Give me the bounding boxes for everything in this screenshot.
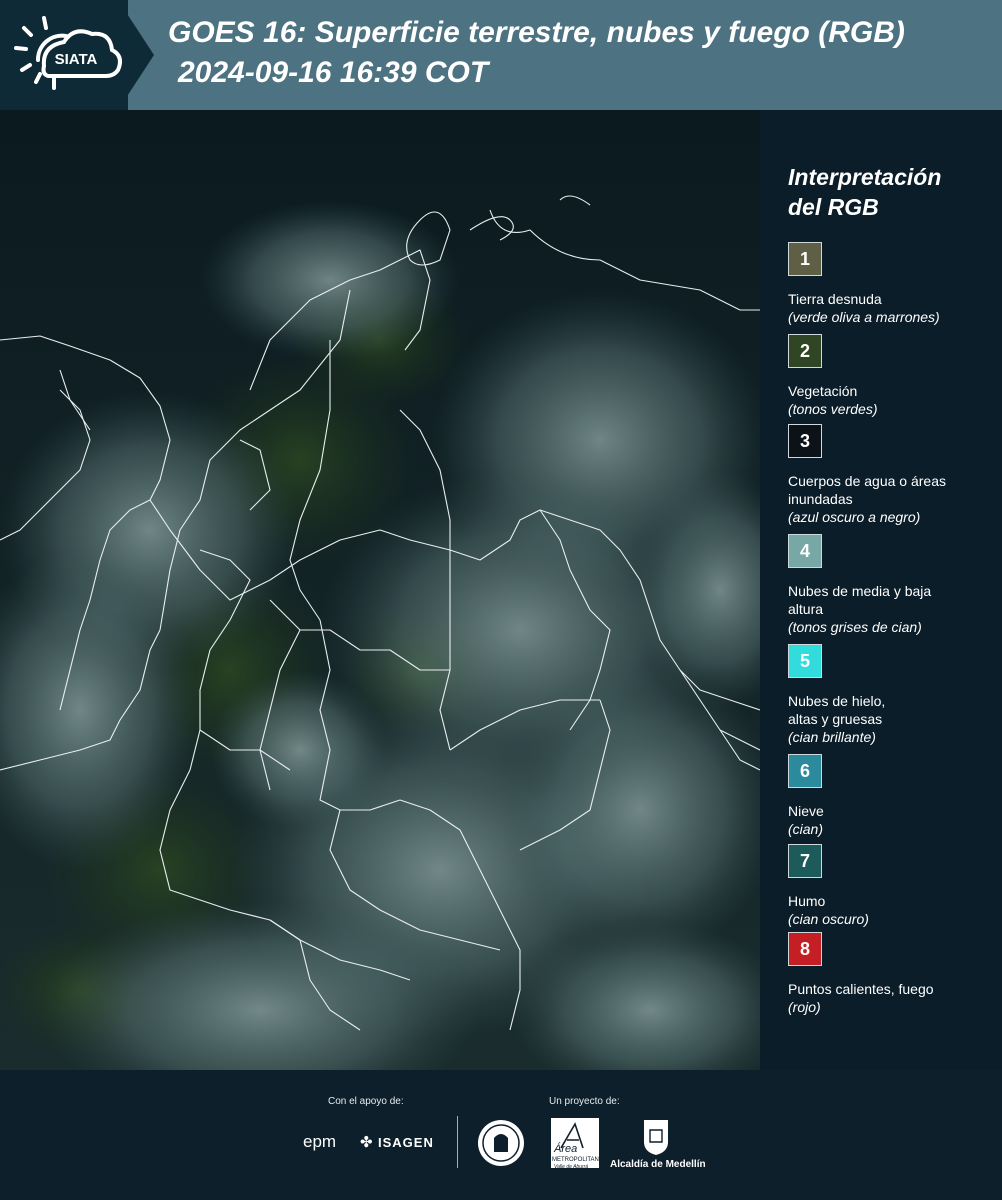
footer-divider bbox=[457, 1116, 458, 1168]
project-label: Un proyecto de: bbox=[549, 1096, 620, 1107]
legend-swatch-3: 3 bbox=[788, 424, 822, 458]
legend-item-5: 5 Nubes de hielo, altas y gruesas (cian … bbox=[788, 644, 998, 746]
satellite-map[interactable] bbox=[0, 110, 760, 1070]
legend-note-4: (tonos grises de cian) bbox=[788, 619, 922, 635]
legend-note-8: (rojo) bbox=[788, 999, 821, 1015]
legend-title: Interpretación del RGB bbox=[788, 162, 941, 222]
legend-item-2: 2 Vegetación (tonos verdes) bbox=[788, 334, 998, 418]
legend-swatch-8: 8 bbox=[788, 932, 822, 966]
legend-title-line1: Interpretación bbox=[788, 164, 942, 190]
area-logo-sub1: METROPOLITANA bbox=[552, 1157, 603, 1163]
legend-item-8: 8 Puntos calientes, fuego (rojo) bbox=[788, 932, 998, 1016]
legend-panel: Interpretación del RGB 1 Tierra desnuda … bbox=[760, 110, 1002, 1070]
medellin-crest-icon bbox=[644, 1120, 668, 1155]
isagen-star-icon: ✤ bbox=[360, 1134, 373, 1151]
legend-note-6: (cian) bbox=[788, 821, 824, 837]
legend-label-5: Nubes de hielo, altas y gruesas bbox=[788, 693, 886, 727]
legend-label-7: Humo bbox=[788, 893, 826, 909]
legend-note-5: (cian brillante) bbox=[788, 729, 876, 745]
legend-label-3: Cuerpos de agua o áreas inundadas bbox=[788, 473, 946, 507]
medellin-label: Alcaldía de Medellín bbox=[610, 1159, 706, 1170]
legend-item-4: 4 Nubes de media y baja altura (tonos gr… bbox=[788, 534, 998, 636]
legend-note-3: (azul oscuro a negro) bbox=[788, 509, 921, 525]
page-title: GOES 16: Superficie terrestre, nubes y f… bbox=[168, 16, 905, 49]
legend-item-7: 7 Humo (cian oscuro) bbox=[788, 844, 998, 928]
legend-item-6: 6 Nieve (cian) bbox=[788, 754, 998, 838]
legend-item-1: 1 Tierra desnuda (verde oliva a marrones… bbox=[788, 242, 998, 326]
footer: Con el apoyo de: Un proyecto de: epm ✤ I… bbox=[0, 1070, 1002, 1200]
seal-logo-icon bbox=[478, 1120, 524, 1166]
legend-title-line2: del RGB bbox=[788, 194, 879, 220]
area-logo-word: Área bbox=[554, 1143, 578, 1155]
page-datetime: 2024-09-16 16:39 COT bbox=[178, 56, 489, 89]
isagen-logo: ISAGEN bbox=[378, 1135, 434, 1150]
support-label: Con el apoyo de: bbox=[328, 1096, 404, 1107]
legend-label-1: Tierra desnuda bbox=[788, 291, 882, 307]
legend-swatch-6: 6 bbox=[788, 754, 822, 788]
legend-swatch-7: 7 bbox=[788, 844, 822, 878]
epm-logo: epm bbox=[303, 1132, 337, 1151]
legend-swatch-1: 1 bbox=[788, 242, 822, 276]
header-bar: SIATA GOES 16: Superficie terrestre, nub… bbox=[0, 0, 1002, 110]
legend-note-2: (tonos verdes) bbox=[788, 401, 878, 417]
siata-logo-icon: SIATA bbox=[14, 16, 122, 90]
legend-note-7: (cian oscuro) bbox=[788, 911, 869, 927]
legend-swatch-5: 5 bbox=[788, 644, 822, 678]
legend-label-4: Nubes de media y baja altura bbox=[788, 583, 932, 617]
legend-label-6: Nieve bbox=[788, 803, 824, 819]
legend-label-2: Vegetación bbox=[788, 383, 858, 399]
legend-swatch-4: 4 bbox=[788, 534, 822, 568]
legend-item-3: 3 Cuerpos de agua o áreas inundadas (azu… bbox=[788, 424, 998, 526]
legend-note-1: (verde oliva a marrones) bbox=[788, 309, 940, 325]
area-logo-sub2: Valle de Aburrá bbox=[554, 1164, 589, 1170]
logo-text: SIATA bbox=[55, 51, 98, 68]
legend-swatch-2: 2 bbox=[788, 334, 822, 368]
legend-label-8: Puntos calientes, fuego bbox=[788, 981, 934, 997]
